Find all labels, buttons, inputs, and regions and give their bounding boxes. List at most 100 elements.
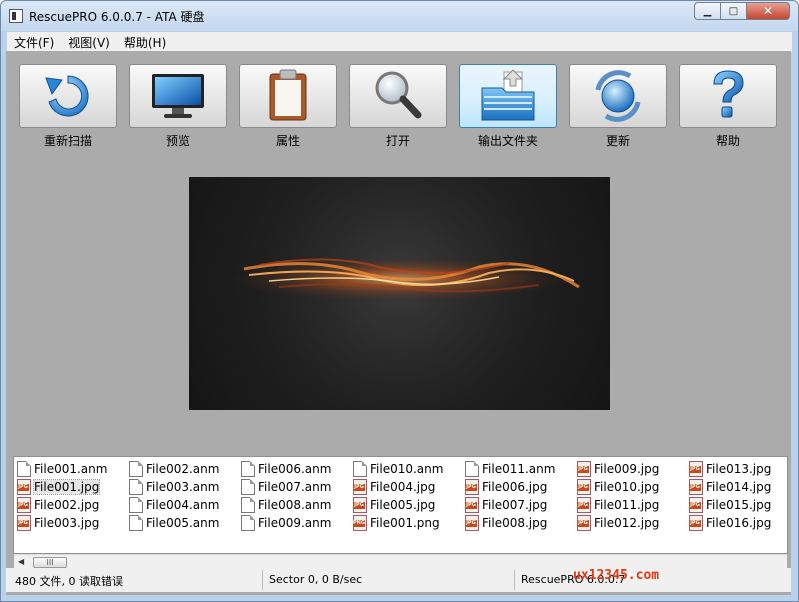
rescan-label: 重新扫描	[43, 134, 92, 148]
jpg-image-file-icon: JPG	[465, 479, 479, 495]
jpg-image-file-icon: JPG	[689, 461, 703, 477]
update-globe-icon	[595, 70, 641, 122]
file-name: File007.anm	[258, 480, 332, 494]
file-list-item[interactable]: JPG File005.jpg	[353, 496, 435, 514]
document-file-icon	[353, 461, 367, 477]
properties-button[interactable]	[239, 64, 337, 128]
file-name: File002.jpg	[34, 498, 100, 512]
file-name: File006.jpg	[482, 480, 548, 494]
file-list-item[interactable]: JPG File007.jpg	[465, 496, 547, 514]
monitor-icon	[152, 74, 204, 118]
jpg-image-file-icon: JPG	[689, 497, 703, 513]
close-button[interactable]: ✕	[746, 2, 790, 20]
file-list-item[interactable]: File008.anm	[241, 496, 331, 514]
file-list-item[interactable]: JPG File016.jpg	[689, 514, 771, 532]
help-icon	[713, 70, 744, 118]
menu-file[interactable]: 文件(F)	[7, 34, 61, 51]
document-file-icon	[241, 479, 255, 495]
file-list-item[interactable]: JPG File013.jpg	[689, 460, 771, 478]
file-list-item[interactable]: JPG File004.jpg	[353, 478, 435, 496]
file-name: File007.jpg	[482, 498, 548, 512]
file-list-item[interactable]: JPG File001.jpg	[17, 478, 101, 496]
status-divider	[262, 570, 263, 590]
scroll-thumb[interactable]: III	[33, 557, 67, 568]
file-name: File011.anm	[482, 462, 556, 476]
file-name: File008.jpg	[482, 516, 548, 530]
document-file-icon	[129, 479, 143, 495]
open-button[interactable]	[349, 64, 447, 128]
file-list-item[interactable]: File004.anm	[129, 496, 219, 514]
file-list-item[interactable]: JPG File008.jpg	[465, 514, 547, 532]
file-list-item[interactable]: File005.anm	[129, 514, 219, 532]
file-list-item[interactable]: File006.anm	[241, 460, 331, 478]
file-name: File002.anm	[146, 462, 220, 476]
file-name: File005.jpg	[370, 498, 436, 512]
document-file-icon	[17, 461, 31, 477]
file-name: File001.jpg	[32, 479, 101, 495]
document-file-icon	[465, 461, 479, 477]
file-name: File016.jpg	[706, 516, 772, 530]
file-name: File003.anm	[146, 480, 220, 494]
file-list-item[interactable]: File007.anm	[241, 478, 331, 496]
preview-button[interactable]	[129, 64, 227, 128]
file-name: File008.anm	[258, 498, 332, 512]
scroll-left-arrow-icon[interactable]: ◀	[18, 557, 24, 566]
minimize-button[interactable]: ▁	[694, 2, 720, 20]
caption-buttons: ▁ □ ✕	[694, 2, 790, 20]
open-label: 打开	[385, 134, 410, 148]
jpg-image-file-icon: JPG	[577, 497, 591, 513]
file-name: File009.anm	[258, 516, 332, 530]
file-list-item[interactable]: JPG File012.jpg	[577, 514, 659, 532]
file-name: File010.jpg	[594, 480, 660, 494]
file-list[interactable]: File001.anm JPG File001.jpg JPG File002.jpg J…	[13, 456, 788, 554]
window-title: RescuePRO 6.0.0.7 - ATA 硬盘	[29, 10, 205, 24]
document-file-icon	[241, 497, 255, 513]
maximize-button[interactable]: □	[720, 2, 746, 20]
file-list-item[interactable]: PNG File001.png	[353, 514, 440, 532]
status-file-count: 480 文件, 0 读取错误	[15, 575, 123, 588]
file-list-item[interactable]: JPG File011.jpg	[577, 496, 659, 514]
menu-help[interactable]: 帮助(H)	[117, 34, 173, 51]
menu-bar: 文件(F) 视图(V) 帮助(H)	[7, 32, 792, 52]
watermark: ux12345.com	[573, 568, 660, 583]
file-list-item[interactable]: JPG File010.jpg	[577, 478, 659, 496]
file-list-item[interactable]: JPG File002.jpg	[17, 496, 99, 514]
file-list-item[interactable]: JPG File003.jpg	[17, 514, 99, 532]
file-list-item[interactable]: File003.anm	[129, 478, 219, 496]
horizontal-scrollbar[interactable]: ◀ III	[14, 554, 787, 569]
file-name: File009.jpg	[594, 462, 660, 476]
title-bar[interactable]: RescuePRO 6.0.0.7 - ATA 硬盘 ▁ □ ✕	[1, 1, 798, 31]
file-list-item[interactable]: File009.anm	[241, 514, 331, 532]
document-file-icon	[129, 497, 143, 513]
file-name: File005.anm	[146, 516, 220, 530]
file-list-item[interactable]: File011.anm	[465, 460, 555, 478]
file-name: File003.jpg	[34, 516, 100, 530]
clipboard-icon	[269, 69, 307, 121]
document-file-icon	[129, 461, 143, 477]
menu-view[interactable]: 视图(V)	[61, 34, 117, 51]
help-button[interactable]	[679, 64, 777, 128]
file-name: File004.anm	[146, 498, 220, 512]
file-name: File004.jpg	[370, 480, 436, 494]
file-list-item[interactable]: JPG File015.jpg	[689, 496, 771, 514]
file-list-item[interactable]: File010.anm	[353, 460, 443, 478]
file-list-item[interactable]: File001.anm	[17, 460, 107, 478]
file-list-item[interactable]: JPG File014.jpg	[689, 478, 771, 496]
image-preview	[189, 177, 610, 410]
jpg-image-file-icon: JPG	[465, 515, 479, 531]
rescan-icon	[45, 75, 89, 117]
file-list-item[interactable]: File002.anm	[129, 460, 219, 478]
jpg-image-file-icon: JPG	[17, 515, 31, 531]
jpg-image-file-icon: JPG	[353, 497, 367, 513]
magnifier-icon	[375, 71, 422, 119]
output-folder-button[interactable]	[459, 64, 557, 128]
jpg-image-file-icon: JPG	[17, 479, 31, 495]
update-button[interactable]	[569, 64, 667, 128]
file-name: File015.jpg	[706, 498, 772, 512]
file-list-item[interactable]: JPG File006.jpg	[465, 478, 547, 496]
app-icon[interactable]	[9, 9, 23, 23]
file-list-item[interactable]: JPG File009.jpg	[577, 460, 659, 478]
file-name: File013.jpg	[706, 462, 772, 476]
rescan-button[interactable]	[19, 64, 117, 128]
jpg-image-file-icon: JPG	[689, 515, 703, 531]
